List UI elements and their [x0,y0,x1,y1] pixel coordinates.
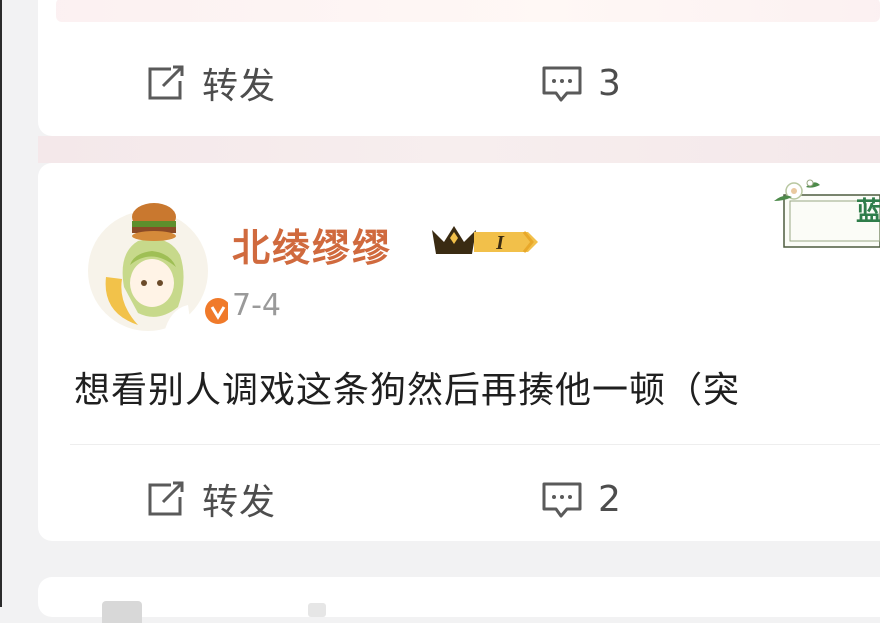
comment-button[interactable]: 2 [540,478,622,520]
repost-button[interactable]: 转发 [144,63,276,107]
next-post-badge [308,603,326,617]
previous-post-actions: 转发 3 [38,62,880,107]
repost-button[interactable]: 转发 [144,479,276,523]
avatar-image[interactable] [78,183,228,333]
next-post-avatar [102,601,142,623]
decor-badge-text: 蓝 [856,197,880,227]
comment-count: 3 [598,62,622,104]
screen-edge [0,0,2,607]
repost-icon [148,65,184,100]
repost-icon [148,481,184,516]
previous-post-card: 转发 3 [38,0,880,136]
comment-count: 2 [598,478,622,520]
post-time: 7-4 [232,288,281,323]
next-post-card[interactable] [38,577,880,623]
crown-icon[interactable]: I [428,220,540,260]
username-link[interactable]: 北绫缪缪 [232,217,392,272]
level-badge: I [495,232,505,254]
post-text[interactable]: 想看别人调戏这条狗然后再揍他一顿（突 [74,361,740,413]
repost-label: 转发 [202,482,277,523]
action-divider [70,444,880,445]
repost-label: 转发 [202,66,277,107]
comment-icon [542,482,582,518]
comment-icon [542,66,582,102]
card-separator [38,136,880,163]
comment-button[interactable]: 3 [540,62,622,104]
post-card[interactable]: 北绫缪缪 I 7-4 蓝 想看别人调戏这条狗然后再揍他一顿（突 转发 2 [38,163,880,541]
post-actions: 转发 2 [38,478,880,523]
previous-post-media-edge [56,0,880,22]
